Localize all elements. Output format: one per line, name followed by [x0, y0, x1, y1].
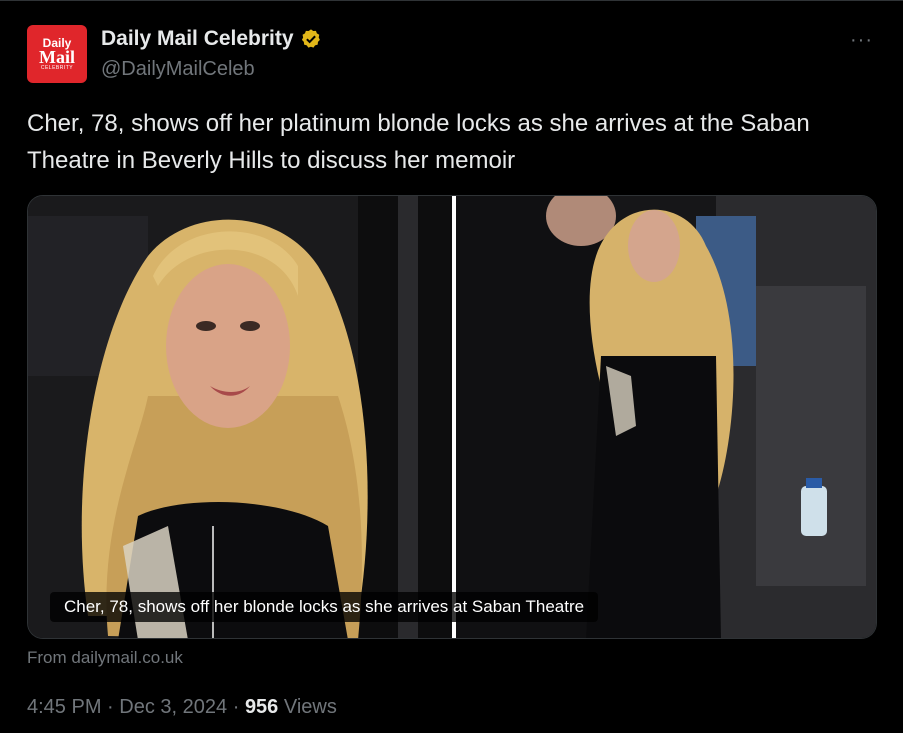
- meta-separator: ·: [107, 696, 114, 718]
- tweet-time[interactable]: 4:45 PM: [27, 696, 101, 718]
- verified-badge-icon[interactable]: [300, 28, 322, 50]
- tweet-text: Cher, 78, shows off her platinum blonde …: [27, 110, 810, 174]
- avatar-text-celebrity: CELEBRITY: [40, 65, 74, 71]
- more-options-icon[interactable]: ···: [850, 29, 873, 52]
- tweet-meta: 4:45 PM · Dec 3, 2024 · 956 Views: [27, 696, 337, 719]
- display-name[interactable]: Daily Mail Celebrity: [101, 27, 294, 51]
- meta-separator: ·: [232, 696, 240, 718]
- photo-cher-arriving: [456, 196, 876, 638]
- handle[interactable]: @DailyMailCeleb: [101, 58, 255, 81]
- views-count[interactable]: 956: [245, 696, 278, 718]
- photo-cher-closeup: [28, 196, 452, 638]
- name-row: Daily Mail Celebrity: [101, 27, 322, 51]
- avatar-text-mail: Mail: [39, 47, 75, 67]
- views-label: Views: [283, 696, 337, 718]
- tweet-date[interactable]: Dec 3, 2024: [119, 696, 227, 718]
- media-caption: Cher, 78, shows off her blonde locks as …: [50, 592, 599, 622]
- source-link[interactable]: From dailymail.co.uk: [27, 648, 183, 668]
- tweet: Daily Mail CELEBRITY Daily Mail Celebrit…: [0, 0, 903, 733]
- media-card[interactable]: Cher, 78, shows off her blonde locks as …: [27, 195, 877, 639]
- avatar[interactable]: Daily Mail CELEBRITY: [27, 25, 87, 83]
